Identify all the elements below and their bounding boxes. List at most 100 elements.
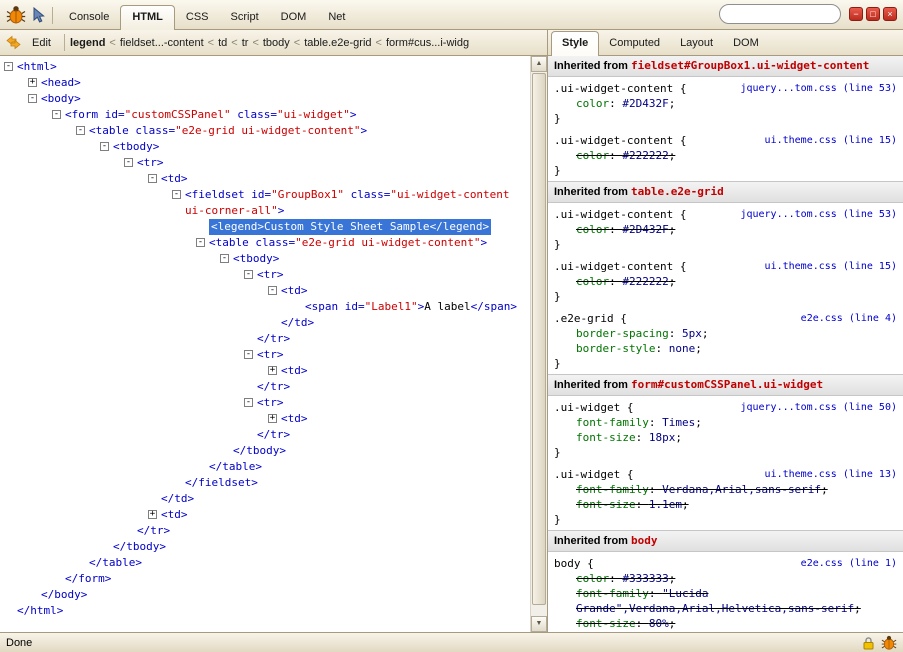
scroll-up-icon[interactable]: ▲ xyxy=(531,56,547,72)
css-property[interactable]: border-spacing: 5px; xyxy=(554,326,897,341)
tree-node[interactable]: </td> xyxy=(0,491,530,507)
css-source-link[interactable]: ui.theme.css (line 15) xyxy=(765,133,897,148)
css-selector[interactable]: .ui-widget-content { xyxy=(554,260,686,273)
tree-node[interactable]: </td> xyxy=(0,315,530,331)
css-selector[interactable]: .ui-widget-content { xyxy=(554,134,686,147)
tree-node[interactable]: </tr> xyxy=(0,427,530,443)
tree-node[interactable]: +<td> xyxy=(0,507,530,523)
breadcrumb-item[interactable]: tbody xyxy=(263,37,290,49)
tree-node[interactable]: +<td> xyxy=(0,363,530,379)
tab-console[interactable]: Console xyxy=(58,6,120,29)
search-input[interactable] xyxy=(719,4,841,24)
maximize-button[interactable]: □ xyxy=(866,7,880,21)
collapse-icon[interactable]: - xyxy=(52,110,61,119)
tree-node[interactable]: -<tbody> xyxy=(0,251,530,267)
css-property[interactable]: color: #222222; xyxy=(554,148,897,163)
collapse-icon[interactable]: - xyxy=(244,398,253,407)
tree-node[interactable]: -<body> xyxy=(0,91,530,107)
expand-icon[interactable]: + xyxy=(28,78,37,87)
inherited-from-selector[interactable]: fieldset#GroupBox1.ui-widget-content xyxy=(631,59,869,72)
lock-icon[interactable] xyxy=(862,636,875,650)
tree-node[interactable]: -<tr> xyxy=(0,267,530,283)
css-property[interactable]: font-size: 80%; xyxy=(554,616,897,631)
tab-dom[interactable]: DOM xyxy=(270,6,318,29)
scrollbar-thumb[interactable] xyxy=(532,73,546,605)
scroll-down-icon[interactable]: ▼ xyxy=(531,616,547,632)
edit-button[interactable]: Edit xyxy=(24,34,59,52)
minimize-button[interactable]: − xyxy=(849,7,863,21)
css-property[interactable]: color: #2D432F; xyxy=(554,222,897,237)
tree-node[interactable]: -<td> xyxy=(0,171,530,187)
css-selector[interactable]: .ui-widget { xyxy=(554,401,633,414)
breadcrumb-item[interactable]: fieldset...-content xyxy=(120,37,204,49)
expand-icon[interactable]: + xyxy=(268,414,277,423)
css-source-link[interactable]: jquery...tom.css (line 50) xyxy=(740,400,897,415)
collapse-icon[interactable]: - xyxy=(244,270,253,279)
tree-node[interactable]: +<td> xyxy=(0,411,530,427)
collapse-icon[interactable]: - xyxy=(4,62,13,71)
tree-node[interactable]: </tbody> xyxy=(0,539,530,555)
vertical-scrollbar[interactable]: ▲ ▼ xyxy=(530,56,547,632)
css-source-link[interactable]: jquery...tom.css (line 53) xyxy=(740,207,897,222)
tree-node[interactable]: -<table class="e2e-grid ui-widget-conten… xyxy=(0,235,530,251)
tree-node[interactable]: <legend>Custom Style Sheet Sample</legen… xyxy=(0,219,530,235)
tree-node[interactable]: -<tbody> xyxy=(0,139,530,155)
tree-node[interactable]: </tr> xyxy=(0,331,530,347)
side-tab-layout[interactable]: Layout xyxy=(670,32,723,55)
inherited-from-selector[interactable]: form#customCSSPanel.ui-widget xyxy=(631,378,823,391)
tree-node[interactable]: -<table class="e2e-grid ui-widget-conten… xyxy=(0,123,530,139)
collapse-icon[interactable]: - xyxy=(148,174,157,183)
collapse-icon[interactable]: - xyxy=(76,126,85,135)
inspect-element-icon[interactable] xyxy=(31,7,46,23)
breadcrumb-item[interactable]: td xyxy=(218,37,227,49)
inherited-from-selector[interactable]: table.e2e-grid xyxy=(631,185,724,198)
expand-icon[interactable]: + xyxy=(148,510,157,519)
css-source-link[interactable]: jquery...tom.css (line 53) xyxy=(740,81,897,96)
breadcrumb-item[interactable]: tr xyxy=(242,37,249,49)
css-source-link[interactable]: ui.theme.css (line 13) xyxy=(765,467,897,482)
tree-node[interactable]: -<form id="customCSSPanel" class="ui-wid… xyxy=(0,107,530,123)
breadcrumb-item[interactable]: form#cus...i-widg xyxy=(386,37,469,49)
tree-node[interactable]: -<tr> xyxy=(0,395,530,411)
collapse-icon[interactable]: - xyxy=(196,238,205,247)
css-property[interactable]: color: #2D432F; xyxy=(554,96,897,111)
css-property[interactable]: color: #333333; xyxy=(554,571,897,586)
tree-node[interactable]: </tr> xyxy=(0,379,530,395)
collapse-icon[interactable]: - xyxy=(172,190,181,199)
css-selector[interactable]: .ui-widget { xyxy=(554,468,633,481)
collapse-icon[interactable]: - xyxy=(28,94,37,103)
css-property[interactable]: font-family: "Lucida Grande",Verdana,Ari… xyxy=(554,586,897,616)
css-selector[interactable]: .e2e-grid { xyxy=(554,312,627,325)
firebug-status-icon[interactable] xyxy=(881,635,897,650)
tree-node[interactable]: -<td> xyxy=(0,283,530,299)
css-selector[interactable]: .ui-widget-content { xyxy=(554,208,686,221)
css-source-link[interactable]: e2e.css (line 4) xyxy=(801,311,897,326)
tree-node[interactable]: -<fieldset id="GroupBox1" class="ui-widg… xyxy=(0,187,530,219)
tree-node[interactable]: </html> xyxy=(0,603,530,619)
css-source-link[interactable]: e2e.css (line 1) xyxy=(801,556,897,571)
collapse-icon[interactable]: - xyxy=(220,254,229,263)
css-property[interactable]: font-size: 1.1em; xyxy=(554,497,897,512)
tab-css[interactable]: CSS xyxy=(175,6,220,29)
css-selector[interactable]: body { xyxy=(554,557,594,570)
css-source-link[interactable]: ui.theme.css (line 15) xyxy=(765,259,897,274)
side-tab-style[interactable]: Style xyxy=(551,31,599,56)
css-property[interactable]: border-style: none; xyxy=(554,341,897,356)
options-arrows-icon[interactable] xyxy=(3,35,24,50)
tree-node[interactable]: -<html> xyxy=(0,59,530,75)
tree-node[interactable]: </form> xyxy=(0,571,530,587)
tree-node[interactable]: </tbody> xyxy=(0,443,530,459)
inherited-from-selector[interactable]: body xyxy=(631,534,658,547)
breadcrumb-item[interactable]: legend xyxy=(70,37,105,49)
firebug-icon[interactable] xyxy=(6,5,26,24)
tree-node[interactable]: </tr> xyxy=(0,523,530,539)
collapse-icon[interactable]: - xyxy=(124,158,133,167)
collapse-icon[interactable]: - xyxy=(100,142,109,151)
css-property[interactable]: color: #222222; xyxy=(554,274,897,289)
tree-node[interactable]: </fieldset> xyxy=(0,475,530,491)
tree-node[interactable]: <span id="Label1">A label</span> xyxy=(0,299,530,315)
tree-node[interactable]: +<head> xyxy=(0,75,530,91)
expand-icon[interactable]: + xyxy=(268,366,277,375)
tree-node[interactable]: </table> xyxy=(0,555,530,571)
css-property[interactable]: font-family: Verdana,Arial,sans-serif; xyxy=(554,482,897,497)
